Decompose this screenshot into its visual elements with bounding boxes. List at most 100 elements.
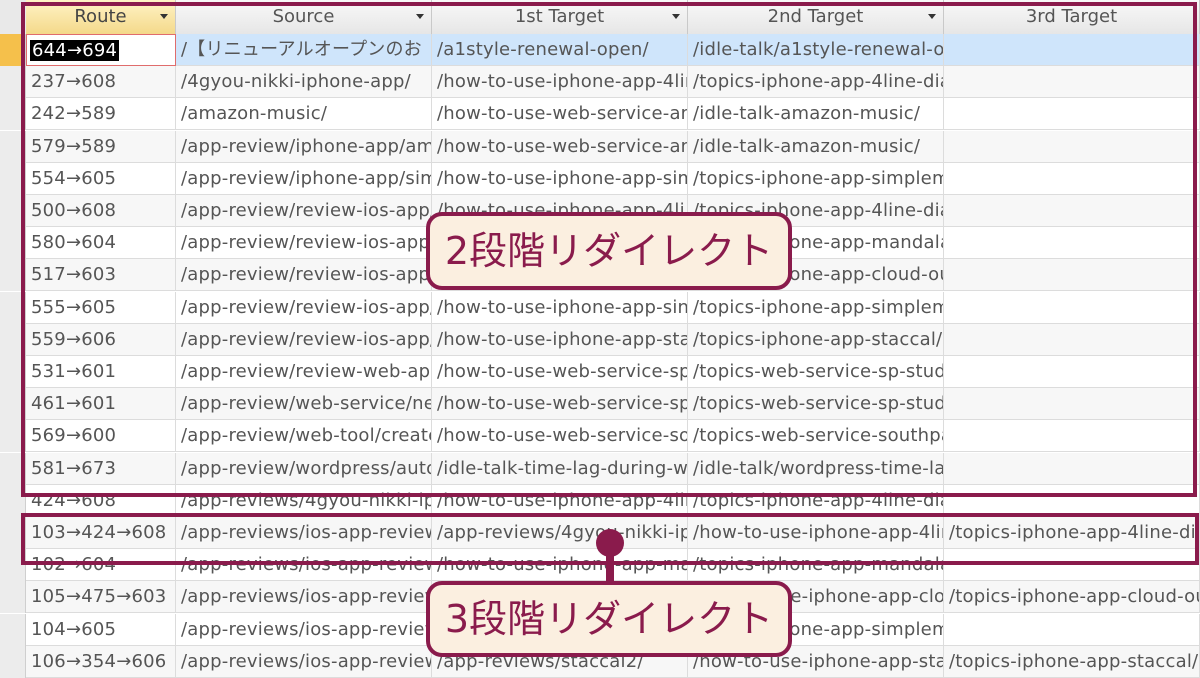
cell-2nd-target[interactable]: /topics-web-service-sp-stud <box>688 356 944 388</box>
cell-2nd-target[interactable]: /how-to-use-iphone-app-4lir <box>688 517 944 549</box>
cell-1st-target[interactable]: /how-to-use-iphone-app-ma <box>432 549 688 582</box>
cell-3rd-target[interactable] <box>944 66 1200 99</box>
cell-3rd-target[interactable] <box>944 130 1200 163</box>
record-selector[interactable] <box>0 420 26 453</box>
cell-1st-target[interactable]: /how-to-use-web-service-so <box>432 420 688 453</box>
cell-source[interactable]: /app-reviews/ios-app-review <box>176 645 432 678</box>
cell-source[interactable]: /app-reviews/4gyou-nikki-ipl <box>176 484 432 517</box>
cell-route[interactable]: 554→605 <box>26 162 176 195</box>
cell-3rd-target[interactable] <box>944 613 1200 646</box>
table-row[interactable]: 424→608/app-reviews/4gyou-nikki-ipl/how-… <box>0 484 1200 517</box>
cell-route[interactable]: 424→608 <box>26 484 176 517</box>
record-selector[interactable] <box>0 356 26 388</box>
cell-2nd-target[interactable]: /topics-iphone-app-mandala <box>688 549 944 582</box>
cell-route[interactable]: 559→606 <box>26 323 176 356</box>
cell-source[interactable]: /app-review/iphone-app/ama <box>176 130 432 163</box>
cell-route[interactable]: 531→601 <box>26 356 176 388</box>
cell-1st-target[interactable]: /how-to-use-iphone-app-sin <box>432 291 688 324</box>
filter-dropdown-icon[interactable] <box>160 14 168 19</box>
table-row[interactable]: 242→589/amazon-music//how-to-use-web-ser… <box>0 98 1200 131</box>
record-selector[interactable] <box>0 162 26 195</box>
cell-route[interactable]: 579→589 <box>26 130 176 163</box>
cell-1st-target[interactable]: /how-to-use-iphone-app-4lir <box>432 66 688 99</box>
record-selector[interactable] <box>0 645 26 678</box>
record-selector[interactable] <box>0 130 26 163</box>
cell-source[interactable]: /app-review/web-service/nev <box>176 388 432 421</box>
select-all-corner[interactable] <box>0 0 27 34</box>
cell-2nd-target[interactable]: /topics-iphone-app-4line-dia <box>688 66 944 99</box>
record-selector[interactable] <box>0 195 26 227</box>
cell-2nd-target[interactable]: /idle-talk-amazon-music/ <box>688 98 944 131</box>
record-selector[interactable] <box>0 581 26 614</box>
cell-3rd-target[interactable] <box>944 484 1200 517</box>
cell-source[interactable]: /app-review/review-ios-app/ <box>176 195 432 227</box>
record-selector[interactable] <box>0 452 26 485</box>
column-header-2nd-target[interactable]: 2nd Target <box>688 0 944 34</box>
record-selector[interactable] <box>0 323 26 356</box>
cell-2nd-target[interactable]: /topics-iphone-app-staccal/ <box>688 323 944 356</box>
record-selector[interactable] <box>0 517 26 549</box>
cell-route[interactable]: 555→605 <box>26 291 176 324</box>
cell-source[interactable]: /amazon-music/ <box>176 98 432 131</box>
cell-3rd-target[interactable] <box>944 356 1200 388</box>
cell-1st-target[interactable]: /how-to-use-web-service-am <box>432 98 688 131</box>
cell-route[interactable]: 105→475→603 <box>26 581 176 614</box>
table-row[interactable]: 531→601/app-review/review-web-app/how-to… <box>0 356 1200 388</box>
cell-2nd-target[interactable]: /idle-talk/a1style-renewal-op <box>688 34 944 66</box>
cell-route[interactable]: 102→604 <box>26 549 176 582</box>
cell-3rd-target[interactable] <box>944 227 1200 260</box>
cell-2nd-target[interactable]: /topics-iphone-app-simplem <box>688 162 944 195</box>
cell-3rd-target[interactable]: /topics-iphone-app-4line-dia <box>944 517 1200 549</box>
cell-3rd-target[interactable] <box>944 549 1200 582</box>
cell-3rd-target[interactable]: /topics-iphone-app-cloud-ou <box>944 581 1200 614</box>
cell-1st-target[interactable]: /idle-talk-time-lag-during-wo <box>432 452 688 485</box>
record-selector[interactable] <box>0 98 26 131</box>
column-header-3rd-target[interactable]: 3rd Target <box>944 0 1200 34</box>
cell-1st-target[interactable]: /how-to-use-iphone-app-sta <box>432 323 688 356</box>
cell-2nd-target[interactable]: /topics-web-service-sp-stud <box>688 388 944 421</box>
record-selector[interactable] <box>0 613 26 646</box>
cell-route[interactable]: 106→354→606 <box>26 645 176 678</box>
cell-route[interactable]: 237→608 <box>26 66 176 99</box>
cell-route[interactable]: 103→424→608 <box>26 517 176 549</box>
cell-source[interactable]: /app-review/review-web-app <box>176 356 432 388</box>
cell-source[interactable]: /app-reviews/ios-app-review <box>176 549 432 582</box>
cell-route[interactable]: 461→601 <box>26 388 176 421</box>
cell-route[interactable]: 104→605 <box>26 613 176 646</box>
cell-3rd-target[interactable] <box>944 420 1200 453</box>
record-selector[interactable] <box>0 66 26 99</box>
cell-source[interactable]: /app-review/review-ios-app/ <box>176 291 432 324</box>
cell-2nd-target[interactable]: /idle-talk/wordpress-time-lag <box>688 452 944 485</box>
cell-source[interactable]: /app-review/review-ios-app/ <box>176 259 432 292</box>
cell-route[interactable]: 581→673 <box>26 452 176 485</box>
cell-source[interactable]: /app-reviews/ios-app-review <box>176 613 432 646</box>
column-header-route[interactable]: Route <box>26 0 176 34</box>
cell-source[interactable]: /app-reviews/ios-app-review <box>176 517 432 549</box>
column-header-source[interactable]: Source <box>176 0 432 34</box>
cell-1st-target[interactable]: /how-to-use-iphone-app-sim <box>432 162 688 195</box>
cell-source[interactable]: /app-review/web-tool/create <box>176 420 432 453</box>
filter-dropdown-icon[interactable] <box>928 14 936 19</box>
column-header-1st-target[interactable]: 1st Target <box>432 0 688 34</box>
cell-3rd-target[interactable] <box>944 259 1200 292</box>
cell-source[interactable]: /【リニューアルオープンのお <box>176 34 432 66</box>
cell-route[interactable]: 517→603 <box>26 259 176 292</box>
cell-source[interactable]: /app-review/iphone-app/sim <box>176 162 432 195</box>
cell-route[interactable]: 500→608 <box>26 195 176 227</box>
cell-route[interactable]: 644→694 <box>26 34 176 66</box>
record-selector[interactable] <box>0 388 26 421</box>
filter-dropdown-icon[interactable] <box>672 14 680 19</box>
table-row[interactable]: 581→673/app-review/wordpress/auto/idle-t… <box>0 452 1200 485</box>
cell-route[interactable]: 242→589 <box>26 98 176 131</box>
cell-route[interactable]: 580→604 <box>26 227 176 260</box>
table-row[interactable]: 102→604/app-reviews/ios-app-review/how-t… <box>0 549 1200 582</box>
table-row[interactable]: 461→601/app-review/web-service/nev/how-t… <box>0 388 1200 421</box>
cell-3rd-target[interactable] <box>944 195 1200 227</box>
cell-3rd-target[interactable] <box>944 162 1200 195</box>
cell-3rd-target[interactable] <box>944 388 1200 421</box>
table-row[interactable]: 555→605/app-review/review-ios-app//how-t… <box>0 291 1200 324</box>
table-row[interactable]: 554→605/app-review/iphone-app/sim/how-to… <box>0 162 1200 195</box>
cell-3rd-target[interactable]: /topics-iphone-app-staccal/ <box>944 645 1200 678</box>
cell-1st-target[interactable]: /how-to-use-web-service-sp <box>432 356 688 388</box>
cell-source[interactable]: /app-review/review-ios-app/ <box>176 323 432 356</box>
